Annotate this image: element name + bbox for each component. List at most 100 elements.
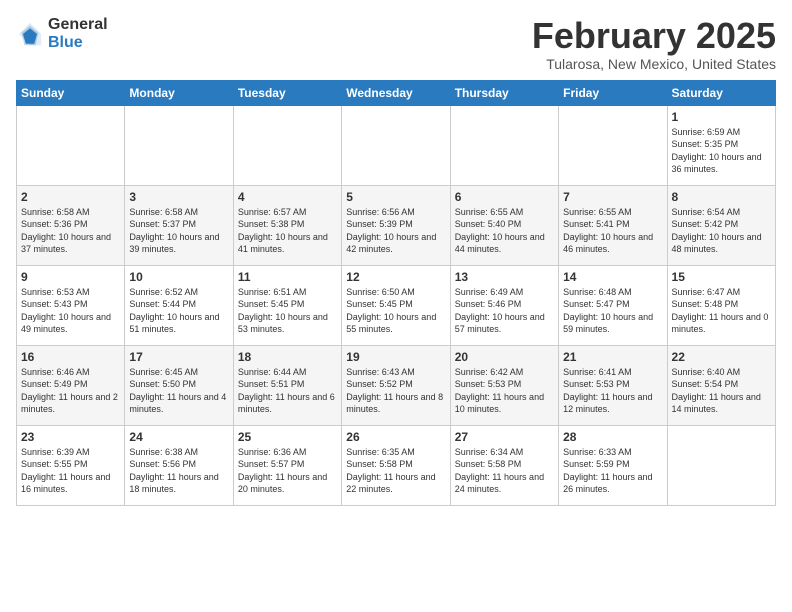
- day-number: 26: [346, 430, 445, 444]
- day-info: Sunrise: 6:56 AM Sunset: 5:39 PM Dayligh…: [346, 206, 445, 256]
- day-info: Sunrise: 6:55 AM Sunset: 5:41 PM Dayligh…: [563, 206, 662, 256]
- header-day-monday: Monday: [125, 80, 233, 105]
- day-number: 27: [455, 430, 554, 444]
- week-row-4: 16Sunrise: 6:46 AM Sunset: 5:49 PM Dayli…: [17, 345, 776, 425]
- header-day-friday: Friday: [559, 80, 667, 105]
- day-info: Sunrise: 6:54 AM Sunset: 5:42 PM Dayligh…: [672, 206, 771, 256]
- day-number: 5: [346, 190, 445, 204]
- day-number: 20: [455, 350, 554, 364]
- day-info: Sunrise: 6:58 AM Sunset: 5:37 PM Dayligh…: [129, 206, 228, 256]
- day-info: Sunrise: 6:44 AM Sunset: 5:51 PM Dayligh…: [238, 366, 337, 416]
- day-info: Sunrise: 6:51 AM Sunset: 5:45 PM Dayligh…: [238, 286, 337, 336]
- calendar-body: 1 Sunrise: 6:59 AM Sunset: 5:35 PM Daylig…: [17, 105, 776, 505]
- day-number: 3: [129, 190, 228, 204]
- day-number: 8: [672, 190, 771, 204]
- calendar-cell: 16Sunrise: 6:46 AM Sunset: 5:49 PM Dayli…: [17, 345, 125, 425]
- day-info: Sunrise: 6:33 AM Sunset: 5:59 PM Dayligh…: [563, 446, 662, 496]
- calendar-cell: 18Sunrise: 6:44 AM Sunset: 5:51 PM Dayli…: [233, 345, 341, 425]
- calendar-cell: [450, 105, 558, 185]
- calendar-cell: 24 Sunrise: 6:38 AM Sunset: 5:56 PM Dayli…: [125, 425, 233, 505]
- day-info: Sunrise: 6:49 AM Sunset: 5:46 PM Dayligh…: [455, 286, 554, 336]
- calendar-cell: 3 Sunrise: 6:58 AM Sunset: 5:37 PM Daylig…: [125, 185, 233, 265]
- day-info: Sunrise: 6:58 AM Sunset: 5:36 PM Dayligh…: [21, 206, 120, 256]
- day-info: Sunrise: 6:55 AM Sunset: 5:40 PM Dayligh…: [455, 206, 554, 256]
- calendar-cell: 12 Sunrise: 6:50 AM Sunset: 5:45 PM Dayli…: [342, 265, 450, 345]
- day-number: 25: [238, 430, 337, 444]
- calendar-cell: [667, 425, 775, 505]
- calendar-cell: 19 Sunrise: 6:43 AM Sunset: 5:52 PM Dayli…: [342, 345, 450, 425]
- logo-blue-label: Blue: [48, 34, 108, 52]
- day-number: 17: [129, 350, 228, 364]
- calendar-cell: 28 Sunrise: 6:33 AM Sunset: 5:59 PM Dayli…: [559, 425, 667, 505]
- calendar-cell: 9 Sunrise: 6:53 AM Sunset: 5:43 PM Daylig…: [17, 265, 125, 345]
- day-number: 28: [563, 430, 662, 444]
- calendar-cell: [233, 105, 341, 185]
- day-number: 2: [21, 190, 120, 204]
- calendar-cell: [342, 105, 450, 185]
- calendar-cell: 15Sunrise: 6:47 AM Sunset: 5:48 PM Dayli…: [667, 265, 775, 345]
- day-number: 23: [21, 430, 120, 444]
- calendar-cell: 8 Sunrise: 6:54 AM Sunset: 5:42 PM Daylig…: [667, 185, 775, 265]
- day-number: 12: [346, 270, 445, 284]
- day-info: Sunrise: 6:34 AM Sunset: 5:58 PM Dayligh…: [455, 446, 554, 496]
- day-number: 11: [238, 270, 337, 284]
- calendar-cell: 25Sunrise: 6:36 AM Sunset: 5:57 PM Dayli…: [233, 425, 341, 505]
- day-number: 6: [455, 190, 554, 204]
- day-number: 21: [563, 350, 662, 364]
- calendar-header: SundayMondayTuesdayWednesdayThursdayFrid…: [17, 80, 776, 105]
- calendar-cell: [17, 105, 125, 185]
- week-row-3: 9 Sunrise: 6:53 AM Sunset: 5:43 PM Daylig…: [17, 265, 776, 345]
- day-number: 22: [672, 350, 771, 364]
- day-number: 24: [129, 430, 228, 444]
- calendar-cell: 11 Sunrise: 6:51 AM Sunset: 5:45 PM Dayli…: [233, 265, 341, 345]
- logo-text: General Blue: [48, 16, 108, 51]
- day-info: Sunrise: 6:59 AM Sunset: 5:35 PM Dayligh…: [672, 126, 771, 176]
- calendar-cell: 10 Sunrise: 6:52 AM Sunset: 5:44 PM Dayli…: [125, 265, 233, 345]
- day-info: Sunrise: 6:39 AM Sunset: 5:55 PM Dayligh…: [21, 446, 120, 496]
- day-info: Sunrise: 6:53 AM Sunset: 5:43 PM Dayligh…: [21, 286, 120, 336]
- header-day-tuesday: Tuesday: [233, 80, 341, 105]
- day-number: 19: [346, 350, 445, 364]
- day-info: Sunrise: 6:48 AM Sunset: 5:47 PM Dayligh…: [563, 286, 662, 336]
- day-info: Sunrise: 6:50 AM Sunset: 5:45 PM Dayligh…: [346, 286, 445, 336]
- week-row-5: 23 Sunrise: 6:39 AM Sunset: 5:55 PM Dayli…: [17, 425, 776, 505]
- week-row-1: 1 Sunrise: 6:59 AM Sunset: 5:35 PM Daylig…: [17, 105, 776, 185]
- calendar-cell: 14 Sunrise: 6:48 AM Sunset: 5:47 PM Dayli…: [559, 265, 667, 345]
- calendar-cell: 13 Sunrise: 6:49 AM Sunset: 5:46 PM Dayli…: [450, 265, 558, 345]
- day-info: Sunrise: 6:38 AM Sunset: 5:56 PM Dayligh…: [129, 446, 228, 496]
- day-number: 4: [238, 190, 337, 204]
- calendar-cell: 21 Sunrise: 6:41 AM Sunset: 5:53 PM Dayli…: [559, 345, 667, 425]
- day-info: Sunrise: 6:47 AM Sunset: 5:48 PM Dayligh…: [672, 286, 771, 336]
- header-row: SundayMondayTuesdayWednesdayThursdayFrid…: [17, 80, 776, 105]
- day-info: Sunrise: 6:42 AM Sunset: 5:53 PM Dayligh…: [455, 366, 554, 416]
- day-number: 7: [563, 190, 662, 204]
- title-block: February 2025 Tularosa, New Mexico, Unit…: [532, 16, 776, 72]
- calendar-cell: 26 Sunrise: 6:35 AM Sunset: 5:58 PM Dayli…: [342, 425, 450, 505]
- logo-icon: [16, 20, 44, 48]
- calendar-cell: 27 Sunrise: 6:34 AM Sunset: 5:58 PM Dayli…: [450, 425, 558, 505]
- calendar-cell: 7 Sunrise: 6:55 AM Sunset: 5:41 PM Daylig…: [559, 185, 667, 265]
- calendar-cell: 20 Sunrise: 6:42 AM Sunset: 5:53 PM Dayli…: [450, 345, 558, 425]
- day-info: Sunrise: 6:43 AM Sunset: 5:52 PM Dayligh…: [346, 366, 445, 416]
- calendar-cell: 1 Sunrise: 6:59 AM Sunset: 5:35 PM Daylig…: [667, 105, 775, 185]
- day-number: 13: [455, 270, 554, 284]
- day-number: 14: [563, 270, 662, 284]
- logo: General Blue: [16, 16, 108, 51]
- calendar-cell: 6 Sunrise: 6:55 AM Sunset: 5:40 PM Daylig…: [450, 185, 558, 265]
- header-day-wednesday: Wednesday: [342, 80, 450, 105]
- day-number: 9: [21, 270, 120, 284]
- day-number: 10: [129, 270, 228, 284]
- day-info: Sunrise: 6:45 AM Sunset: 5:50 PM Dayligh…: [129, 366, 228, 416]
- day-number: 16: [21, 350, 120, 364]
- location-title: Tularosa, New Mexico, United States: [532, 56, 776, 72]
- calendar-cell: 17 Sunrise: 6:45 AM Sunset: 5:50 PM Dayli…: [125, 345, 233, 425]
- day-info: Sunrise: 6:40 AM Sunset: 5:54 PM Dayligh…: [672, 366, 771, 416]
- day-info: Sunrise: 6:35 AM Sunset: 5:58 PM Dayligh…: [346, 446, 445, 496]
- day-info: Sunrise: 6:52 AM Sunset: 5:44 PM Dayligh…: [129, 286, 228, 336]
- day-number: 1: [672, 110, 771, 124]
- calendar-cell: [559, 105, 667, 185]
- week-row-2: 2 Sunrise: 6:58 AM Sunset: 5:36 PM Daylig…: [17, 185, 776, 265]
- calendar-cell: 22 Sunrise: 6:40 AM Sunset: 5:54 PM Dayli…: [667, 345, 775, 425]
- calendar-cell: [125, 105, 233, 185]
- day-info: Sunrise: 6:41 AM Sunset: 5:53 PM Dayligh…: [563, 366, 662, 416]
